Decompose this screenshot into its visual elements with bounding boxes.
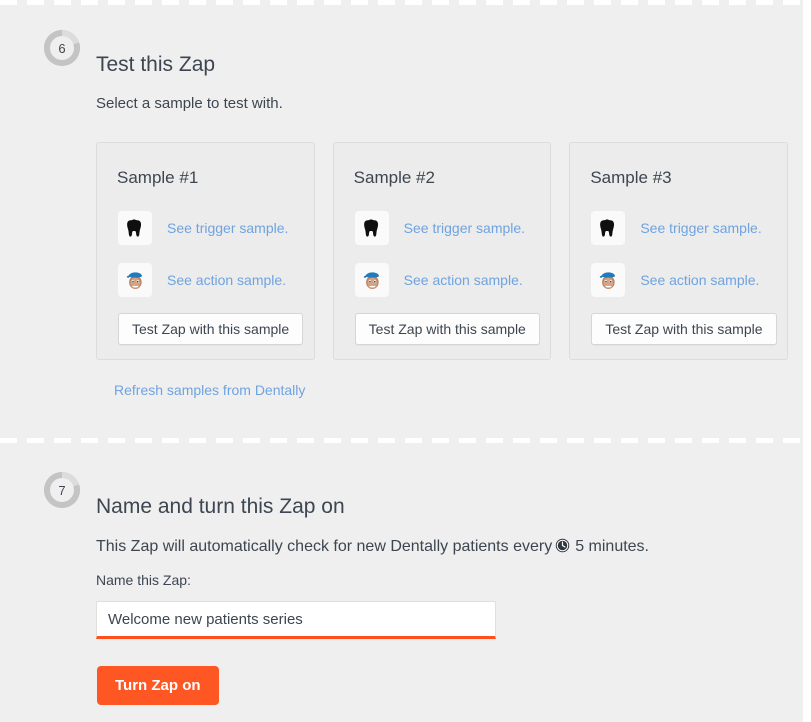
tooth-icon (118, 211, 152, 245)
divider-middle (0, 438, 803, 443)
sample-card-title: Sample #1 (117, 168, 198, 188)
clock-icon (555, 538, 570, 553)
test-zap-with-sample-button[interactable]: Test Zap with this sample (355, 313, 540, 345)
mailchimp-freddie-icon (118, 263, 152, 297)
step-6-title: Test this Zap (96, 45, 215, 85)
step-test-this-zap: 6 Test this Zap Select a sample to test … (0, 30, 803, 82)
test-zap-with-sample-button[interactable]: Test Zap with this sample (118, 313, 303, 345)
step-7-number: 7 (50, 478, 74, 502)
step-6-number: 6 (50, 36, 74, 60)
see-action-sample-link[interactable]: See action sample. (167, 272, 286, 288)
sample-card-title: Sample #3 (590, 168, 671, 188)
sample-card-list: Sample #1 See trigger sample. (96, 142, 788, 360)
see-trigger-sample-link[interactable]: See trigger sample. (404, 220, 525, 236)
trigger-sample-row: See trigger sample. (591, 211, 761, 245)
mailchimp-freddie-icon (355, 263, 389, 297)
sample-card[interactable]: Sample #2 See trigger sample. (333, 142, 552, 360)
zap-schedule-text-before: This Zap will automatically check for ne… (96, 538, 552, 556)
step-7-title: Name and turn this Zap on (96, 487, 345, 527)
zap-schedule-description: This Zap will automatically check for ne… (96, 536, 649, 556)
zap-editor-page: 6 Test this Zap Select a sample to test … (0, 0, 811, 722)
step-6-subtitle: Select a sample to test with. (96, 95, 283, 112)
step-7-header: 7 Name and turn this Zap on (0, 472, 803, 524)
zap-name-input[interactable] (96, 601, 496, 639)
see-trigger-sample-link[interactable]: See trigger sample. (167, 220, 288, 236)
see-action-sample-link[interactable]: See action sample. (404, 272, 523, 288)
test-zap-with-sample-button[interactable]: Test Zap with this sample (591, 313, 776, 345)
zap-schedule-text-after: 5 minutes. (575, 538, 649, 556)
step-6-header: 6 Test this Zap (0, 30, 803, 82)
step-6-badge: 6 (44, 30, 80, 66)
tooth-icon (591, 211, 625, 245)
see-trigger-sample-link[interactable]: See trigger sample. (640, 220, 761, 236)
mailchimp-freddie-icon (591, 263, 625, 297)
step-7-badge: 7 (44, 472, 80, 508)
trigger-sample-row: See trigger sample. (118, 211, 288, 245)
action-sample-row: See action sample. (355, 263, 523, 297)
turn-zap-on-button[interactable]: Turn Zap on (97, 666, 219, 705)
action-sample-row: See action sample. (118, 263, 286, 297)
see-action-sample-link[interactable]: See action sample. (640, 272, 759, 288)
sample-card[interactable]: Sample #3 See trigger sample. (569, 142, 788, 360)
sample-card[interactable]: Sample #1 See trigger sample. (96, 142, 315, 360)
divider-top (0, 0, 803, 5)
name-this-zap-label: Name this Zap: (96, 572, 191, 588)
step-name-and-turn-on: 7 Name and turn this Zap on This Zap wil… (0, 472, 803, 524)
sample-card-title: Sample #2 (354, 168, 435, 188)
trigger-sample-row: See trigger sample. (355, 211, 525, 245)
content-panel: 6 Test this Zap Select a sample to test … (0, 0, 803, 722)
refresh-samples-link[interactable]: Refresh samples from Dentally (114, 382, 305, 398)
tooth-icon (355, 211, 389, 245)
action-sample-row: See action sample. (591, 263, 759, 297)
